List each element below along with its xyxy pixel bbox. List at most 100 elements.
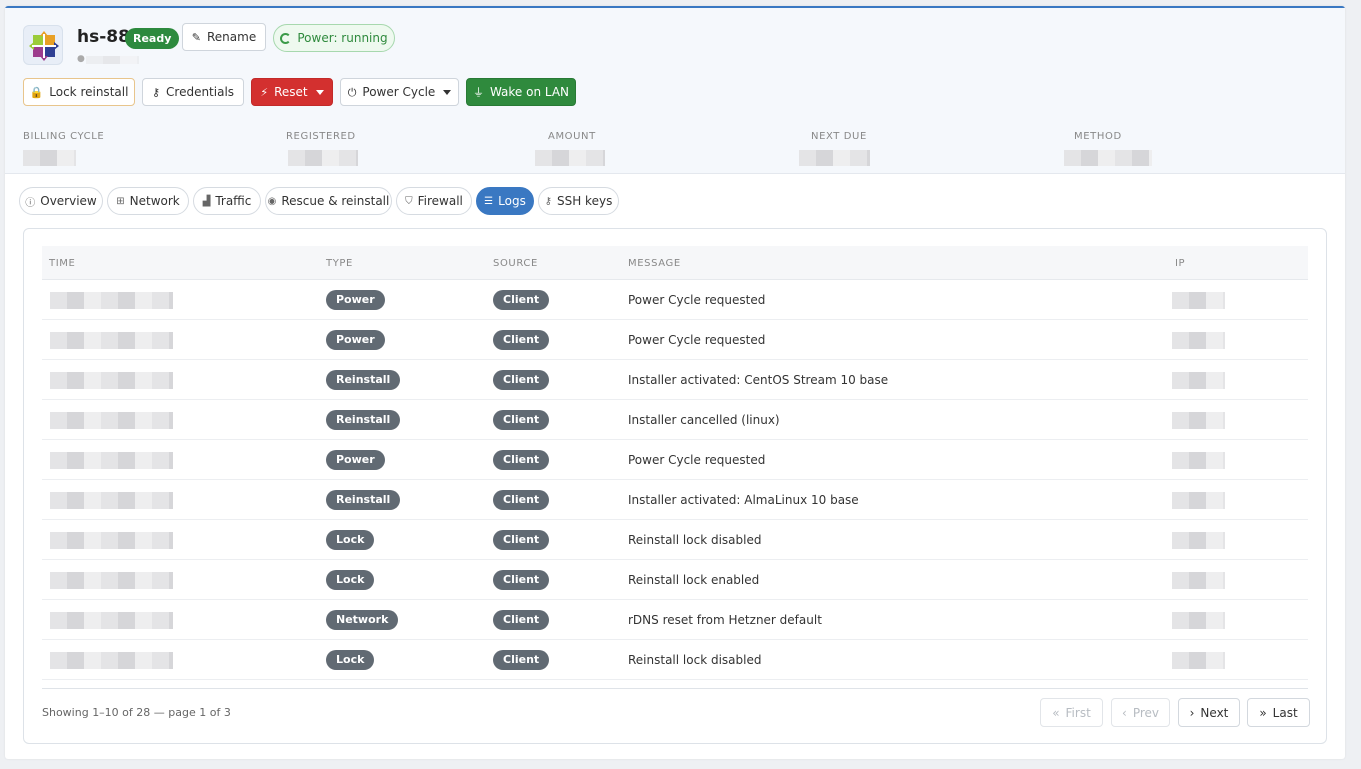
power-status-button[interactable]: Power: running: [273, 24, 395, 52]
tab-overview[interactable]: ⓘ Overview: [19, 187, 103, 215]
redacted-registered: [288, 150, 358, 166]
ip-cell: [1172, 400, 1225, 440]
type-badge: Reinstall: [326, 410, 401, 430]
table-row: Lock Client Reinstall lock disabled: [42, 640, 1308, 680]
last-page-button[interactable]: » Last: [1247, 698, 1310, 727]
power-status-label: Power: running: [297, 31, 388, 45]
chevron-right-icon: ›: [1189, 705, 1195, 720]
message-cell: rDNS reset from Hetzner default: [628, 613, 822, 627]
redacted-ip: [1172, 491, 1225, 509]
lock-reinstall-button[interactable]: 🔒 Lock reinstall: [23, 78, 135, 106]
method-label: METHOD: [1074, 131, 1122, 142]
redacted-ip: [1172, 611, 1225, 629]
ip-cell: [1172, 640, 1225, 680]
reset-button[interactable]: ⚡ Reset: [251, 78, 333, 106]
time-cell: [50, 400, 173, 440]
column-ip: IP: [1175, 258, 1186, 269]
redacted-ip: [1172, 451, 1225, 469]
redacted-time: [50, 291, 173, 309]
source-badge: Client: [493, 370, 550, 390]
tab-rescue-reinstall[interactable]: ◉ Rescue & reinstall: [265, 187, 392, 215]
prev-label: Prev: [1132, 705, 1159, 720]
reset-label: Reset: [274, 85, 308, 99]
type-badge: Reinstall: [326, 370, 401, 390]
type-badge: Lock: [326, 570, 375, 590]
pencil-icon: ✎: [191, 30, 201, 44]
ip-cell: [1172, 280, 1225, 320]
table-row: Reinstall Client Installer cancelled (linu…: [42, 400, 1308, 440]
source-cell: Client: [493, 360, 550, 400]
rename-button[interactable]: ✎ Rename: [182, 23, 266, 51]
source-badge: Client: [493, 610, 550, 630]
redacted-time: [50, 491, 173, 509]
tab-traffic[interactable]: ▟ Traffic: [193, 187, 261, 215]
redacted-amount: [535, 150, 605, 166]
chevron-left-icon: ‹: [1122, 705, 1127, 720]
tab-firewall[interactable]: ⛉ Firewall: [396, 187, 472, 215]
source-cell: Client: [493, 640, 550, 680]
source-badge: Client: [493, 330, 550, 350]
source-badge: Client: [493, 570, 550, 590]
lifebuoy-icon: ◉: [267, 195, 277, 207]
power-cycle-button[interactable]: ⏻ Power Cycle: [340, 78, 459, 106]
message-cell: Power Cycle requested: [628, 453, 766, 467]
table-row: Power Client Power Cycle requested: [42, 280, 1308, 320]
source-badge: Client: [493, 410, 550, 430]
type-cell: Lock: [326, 560, 375, 600]
message-cell: Installer cancelled (linux): [628, 413, 780, 427]
prev-page-button[interactable]: ‹ Prev: [1111, 698, 1170, 727]
redacted-ip: [86, 56, 139, 64]
source-badge: Client: [493, 650, 550, 670]
type-cell: Network: [326, 600, 399, 640]
redacted-time: [50, 571, 173, 589]
redacted-next-due: [799, 150, 870, 166]
time-cell: [50, 600, 173, 640]
type-badge: Lock: [326, 530, 375, 550]
source-badge: Client: [493, 450, 550, 470]
type-cell: Power: [326, 280, 385, 320]
next-due-label: NEXT DUE: [811, 131, 867, 142]
table-row: Lock Client Reinstall lock enabled: [42, 560, 1308, 600]
spinner-icon: [280, 32, 292, 44]
lock-reinstall-label: Lock reinstall: [49, 85, 129, 99]
type-cell: Power: [326, 320, 385, 360]
redacted-ip: [1172, 371, 1225, 389]
message-cell: Reinstall lock disabled: [628, 533, 762, 547]
source-cell: Client: [493, 440, 550, 480]
server-card: hs-88 Ready ✎ Rename Power: running ● 🔒 …: [5, 6, 1345, 759]
type-badge: Power: [326, 330, 385, 350]
tab-label: Overview: [40, 194, 97, 208]
source-cell: Client: [493, 560, 550, 600]
type-badge: Power: [326, 290, 385, 310]
credentials-button[interactable]: ⚷ Credentials: [142, 78, 244, 106]
divider: [42, 688, 1308, 689]
wake-on-lan-label: Wake on LAN: [489, 85, 570, 99]
source-cell: Client: [493, 600, 550, 640]
power-cycle-label: Power Cycle: [362, 85, 436, 99]
time-cell: [50, 520, 173, 560]
redacted-time: [50, 451, 173, 469]
double-chevron-right-icon: »: [1259, 705, 1267, 720]
column-source: SOURCE: [493, 258, 538, 269]
first-page-button[interactable]: « First: [1040, 698, 1103, 727]
tab-ssh-keys[interactable]: ⚷ SSH keys: [538, 187, 619, 215]
tab-logs[interactable]: ☰ Logs: [476, 187, 534, 215]
time-cell: [50, 640, 173, 680]
type-cell: Reinstall: [326, 480, 401, 520]
power-icon: ⏻: [347, 85, 357, 99]
next-label: Next: [1200, 705, 1229, 720]
plug-icon: ⏚: [472, 85, 484, 99]
amount-label: AMOUNT: [548, 131, 596, 142]
tab-label: Logs: [498, 194, 526, 208]
chart-icon: ▟: [202, 195, 211, 207]
redacted-time: [50, 611, 173, 629]
info-icon: ⓘ: [25, 197, 36, 209]
next-page-button[interactable]: › Next: [1178, 698, 1240, 727]
tab-network[interactable]: ⊞ Network: [107, 187, 189, 215]
network-icon: ⊞: [116, 195, 125, 207]
wake-on-lan-button[interactable]: ⏚ Wake on LAN: [466, 78, 576, 106]
key-icon: ⚷: [151, 85, 161, 99]
table-row: Network Client rDNS reset from Hetzner def…: [42, 600, 1308, 640]
source-cell: Client: [493, 280, 550, 320]
source-cell: Client: [493, 480, 550, 520]
